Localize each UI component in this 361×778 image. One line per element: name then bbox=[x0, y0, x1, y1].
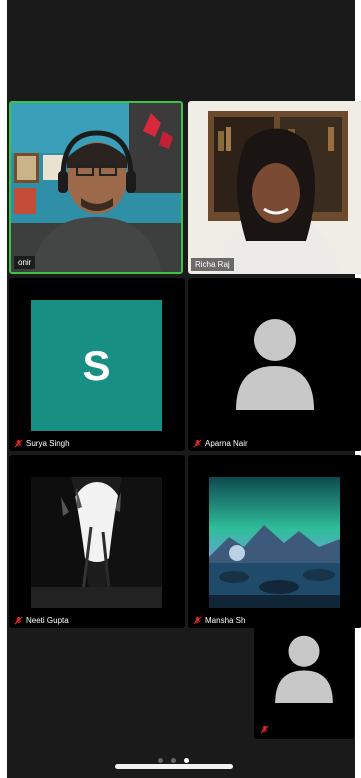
page-dot[interactable] bbox=[171, 758, 176, 763]
participant-name: Neeti Gupta bbox=[26, 616, 69, 625]
default-avatar-icon bbox=[275, 635, 333, 703]
participant-name-tag: Aparna Nair bbox=[193, 439, 248, 448]
video-tile-mansha[interactable]: Mansha Sh bbox=[188, 455, 361, 628]
avatar-letter: S bbox=[82, 341, 111, 389]
muted-mic-icon bbox=[14, 439, 23, 448]
profile-picture-landscape bbox=[209, 477, 340, 608]
video-tile-richa-raj[interactable]: Richa Raj bbox=[188, 101, 361, 274]
participant-name: Aparna Nair bbox=[205, 439, 248, 448]
video-tile-neeti-gupta[interactable]: Neeti Gupta bbox=[9, 455, 185, 628]
participant-name-tag: Surya Singh bbox=[14, 439, 70, 448]
home-indicator[interactable] bbox=[115, 764, 233, 769]
participant-name-tag: onir bbox=[14, 256, 36, 269]
video-tile-surya-singh[interactable]: S Surya Singh bbox=[9, 278, 185, 451]
page-dot[interactable] bbox=[158, 758, 163, 763]
video-tile-aparna-nair[interactable]: Aparna Nair bbox=[188, 278, 361, 451]
muted-mic-icon bbox=[14, 616, 23, 625]
profile-picture-trees bbox=[31, 477, 162, 608]
participant-name: Mansha Sh bbox=[205, 616, 246, 625]
participant-name: Richa Raj bbox=[195, 260, 230, 269]
video-feed-onir bbox=[11, 103, 181, 272]
default-avatar-icon bbox=[236, 319, 314, 410]
participant-name: Surya Singh bbox=[26, 439, 70, 448]
participant-name-tag: Richa Raj bbox=[191, 258, 234, 271]
video-tile-onir[interactable]: onir bbox=[9, 101, 183, 274]
meeting-screen: onir Richa Raj S Surya Singh Aparna Nair… bbox=[7, 0, 361, 778]
participant-name-tag: Neeti Gupta bbox=[14, 616, 69, 625]
participant-name-tag: Mansha Sh bbox=[193, 616, 245, 625]
self-view-tile[interactable] bbox=[254, 627, 354, 739]
page-dot-current[interactable] bbox=[184, 758, 189, 763]
participant-name: onir bbox=[18, 258, 32, 267]
page-indicator[interactable] bbox=[158, 758, 189, 763]
video-feed-richa-raj bbox=[188, 101, 361, 274]
avatar: S bbox=[31, 300, 162, 431]
muted-mic-icon bbox=[193, 439, 202, 448]
muted-mic-icon bbox=[260, 725, 269, 734]
muted-mic-icon bbox=[193, 616, 202, 625]
